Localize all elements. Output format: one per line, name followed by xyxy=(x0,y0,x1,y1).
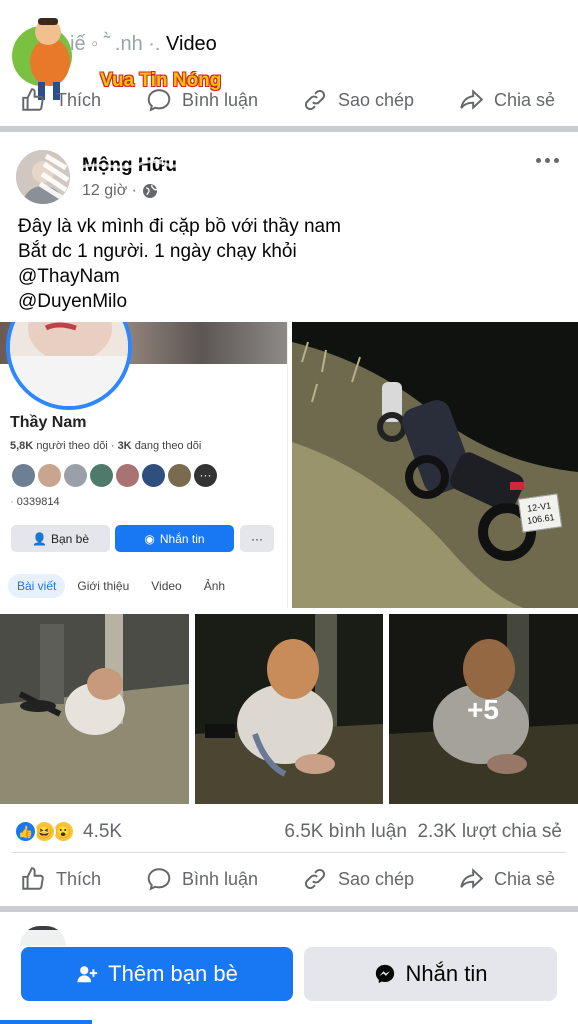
post-time: 12 giờ · xyxy=(82,182,158,200)
messenger-icon xyxy=(375,964,394,984)
link-icon xyxy=(304,89,326,111)
photo-woman-night-1[interactable] xyxy=(0,614,189,804)
message-button[interactable]: Nhắn tin xyxy=(304,947,557,1001)
post-text-line: Đây là vk mình đi cặp bồ với thầy nam xyxy=(18,216,341,237)
profile-friends-button: 👤 Bạn bè xyxy=(11,525,110,552)
like-button[interactable]: Thích xyxy=(20,866,101,892)
profile-stats: 5,8K người theo dõi · 3K đang theo dõi xyxy=(10,440,202,452)
profile-phone: · 0339814 xyxy=(10,496,60,508)
friend-icon: 👤 xyxy=(32,531,47,546)
share-count[interactable]: 2.3K lượt chia sẻ xyxy=(417,821,562,842)
friend-avatars: ··· xyxy=(12,464,217,487)
partial-post-title: iế ◦ ̃ ̀ .nh ·. Video xyxy=(70,33,217,55)
photo-motorbike-night[interactable]: 12-V1 106.61 xyxy=(292,322,578,608)
post-text-line: Bắt dc 1 người. 1 ngày chạy khỏi xyxy=(18,241,297,262)
post-action-bar: Thích Bình luận Sao chép Chia sẻ xyxy=(0,853,578,905)
top-action-bar: Thích Bình luận Sao chép Chia sẻ xyxy=(0,74,578,126)
share-button[interactable]: Chia sẻ xyxy=(458,866,555,892)
profile-tab-video: Video xyxy=(151,579,182,593)
comment-icon xyxy=(147,868,171,891)
profile-more-button: ··· xyxy=(240,525,274,552)
profile-tabs: Bài viết Giới thiệu Video Ảnh xyxy=(8,574,225,598)
profile-tab-photos: Ảnh xyxy=(203,579,226,593)
copy-button[interactable]: Sao chép xyxy=(302,866,414,892)
post-text: Đây là vk mình đi cặp bồ với thầy nam Bắ… xyxy=(18,214,341,314)
reaction-icons[interactable]: 👍 😆 😮 4.5K xyxy=(14,820,122,843)
share-button[interactable]: Chia sẻ xyxy=(458,87,555,113)
post-more-button[interactable] xyxy=(536,150,564,170)
comment-icon xyxy=(147,89,171,112)
author-avatar[interactable] xyxy=(16,150,70,204)
photo-profile-screenshot[interactable]: Thầy Nam 5,8K người theo dõi · 3K đang t… xyxy=(0,322,288,608)
more-photos-count: +5 xyxy=(467,694,499,725)
copy-button[interactable]: Sao chép xyxy=(302,87,414,113)
license-plate: 12-V1 106.61 xyxy=(517,493,563,533)
more-horizontal-icon xyxy=(536,157,559,163)
like-button[interactable]: Thích xyxy=(20,87,101,113)
photo-woman-night-2[interactable] xyxy=(195,614,383,804)
share-icon xyxy=(460,89,484,110)
comment-button[interactable]: Bình luận xyxy=(146,866,258,892)
profile-name: Thầy Nam xyxy=(10,414,87,431)
photo-woman-night-3[interactable]: +5 xyxy=(389,614,578,804)
globe-icon xyxy=(142,184,158,198)
add-friend-button[interactable]: Thêm bạn bè xyxy=(21,947,293,1001)
add-friend-icon xyxy=(77,966,98,983)
messenger-icon: ◉ xyxy=(144,531,155,546)
comment-count[interactable]: 6.5K bình luận xyxy=(284,821,407,842)
profile-tab-posts: Bài viết xyxy=(8,574,66,598)
bottom-accent-line xyxy=(0,1020,92,1024)
like-reaction-icon: 👍 xyxy=(14,820,37,843)
like-icon xyxy=(22,867,44,890)
comment-share-counts[interactable]: 6.5K bình luận 2.3K lượt chia sẻ xyxy=(284,821,562,843)
comment-button[interactable]: Bình luận xyxy=(146,87,258,113)
share-icon xyxy=(460,868,484,889)
profile-tab-about: Giới thiệu xyxy=(77,579,130,593)
mention-link[interactable]: @ThayNam xyxy=(18,264,341,289)
profile-picture xyxy=(6,322,132,410)
reaction-count: 4.5K xyxy=(83,820,123,842)
mention-link[interactable]: @DuyenMilo xyxy=(18,289,341,314)
like-icon xyxy=(22,88,44,111)
feed-divider xyxy=(0,126,578,132)
name-scribble xyxy=(80,158,180,174)
feed-divider xyxy=(0,906,578,912)
link-icon xyxy=(304,868,326,890)
profile-message-button: ◉ Nhắn tin xyxy=(115,525,234,552)
